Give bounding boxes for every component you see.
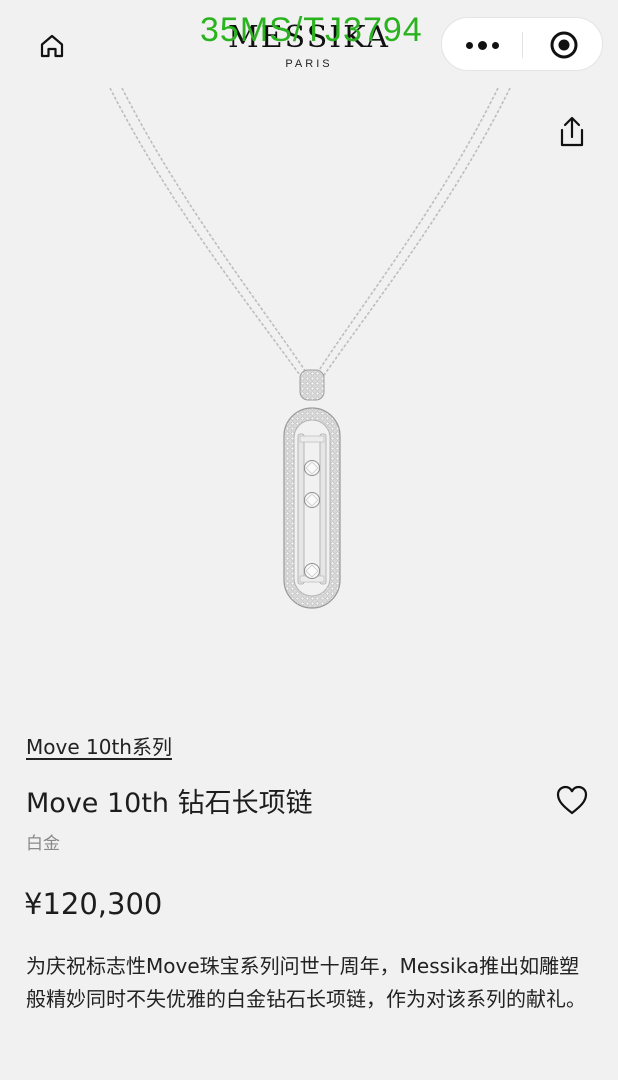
- more-dot-right: [491, 41, 499, 49]
- mini-program-capsule: [441, 17, 603, 71]
- product-material: 白金: [26, 834, 60, 854]
- product-image[interactable]: [0, 86, 618, 716]
- top-bar: MESSIKA PARIS 35MS/TJ3794: [0, 0, 618, 86]
- watermark-text: 35MS/TJ3794: [200, 11, 423, 49]
- more-dot-center: [477, 40, 487, 50]
- product-description: 为庆祝标志性Move珠宝系列问世十周年，Messika推出如雕塑般精妙同时不失优…: [26, 954, 586, 1011]
- more-button[interactable]: [442, 18, 522, 72]
- share-button[interactable]: [552, 112, 592, 152]
- more-dots-icon: [465, 41, 473, 49]
- collection-link[interactable]: Move 10th系列: [26, 733, 172, 761]
- target-close-icon: [550, 31, 577, 59]
- product-price: ¥120,300: [24, 887, 163, 921]
- product-title: Move 10th 钻石长项链: [26, 788, 313, 819]
- share-icon: [560, 116, 584, 147]
- favorite-button[interactable]: [552, 780, 592, 820]
- close-button[interactable]: [523, 18, 604, 72]
- heart-icon: [556, 785, 588, 815]
- necklace-illustration: [109, 87, 511, 609]
